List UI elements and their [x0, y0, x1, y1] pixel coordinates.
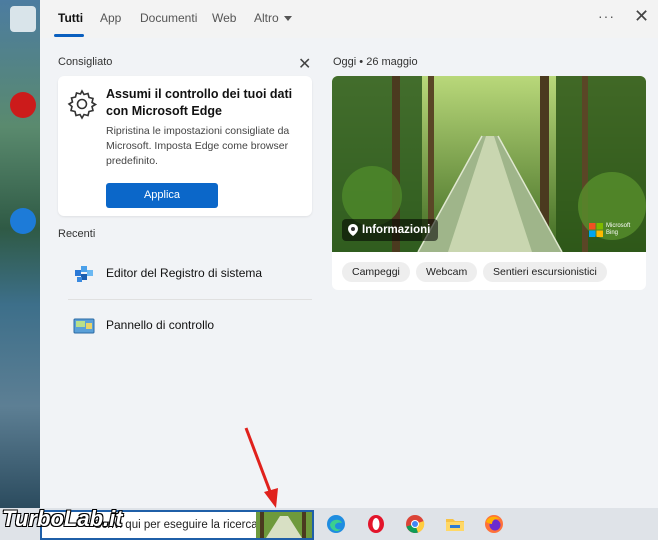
- tab-all[interactable]: Tutti: [58, 11, 83, 25]
- tab-more-label: Altro: [254, 11, 279, 25]
- gear-icon: [67, 89, 98, 120]
- chrome-icon[interactable]: [405, 514, 425, 534]
- brand-line-2: Bing: [606, 230, 619, 236]
- caret-down-icon: [283, 16, 292, 22]
- desktop-chrome-shortcut-icon[interactable]: [10, 6, 36, 32]
- tab-web[interactable]: Web: [212, 11, 236, 25]
- recent-divider: [68, 299, 312, 300]
- info-button[interactable]: Informazioni: [342, 219, 439, 241]
- search-highlight-image: [256, 512, 312, 538]
- recent-item-registry-editor[interactable]: Editor del Registro di sistema: [68, 254, 312, 294]
- chip-camping[interactable]: Campeggi: [342, 262, 410, 282]
- firefox-icon[interactable]: [484, 514, 504, 534]
- brand-line-1: Microsoft: [606, 223, 631, 229]
- desktop-edge-shortcut-icon[interactable]: [10, 208, 36, 234]
- edge-icon[interactable]: [326, 514, 346, 534]
- active-tab-indicator: [54, 34, 84, 37]
- close-icon[interactable]: ✕: [634, 6, 649, 27]
- desktop-opera-shortcut-icon[interactable]: [10, 92, 36, 118]
- tab-apps[interactable]: App: [100, 11, 121, 25]
- tab-documents[interactable]: Documenti: [140, 11, 197, 25]
- registry-editor-icon: [75, 266, 93, 282]
- file-explorer-icon[interactable]: [445, 514, 465, 534]
- today-date-label: Oggi • 26 maggio: [333, 56, 418, 68]
- desktop-background: [0, 0, 40, 508]
- location-pin-icon: [348, 224, 358, 236]
- recent-item-control-panel[interactable]: Pannello di controllo: [68, 306, 312, 346]
- today-card[interactable]: Informazioni Microsoft Bing Campeggi Web…: [332, 76, 646, 290]
- tab-more[interactable]: Altro: [254, 11, 292, 25]
- recommended-card-title: Assumi il controllo dei tuoi dati con Mi…: [106, 87, 293, 118]
- recent-item-label: Pannello di controllo: [106, 318, 215, 332]
- watermark-logo: TurboLab.it: [2, 506, 123, 531]
- control-panel-icon: [73, 318, 95, 334]
- opera-icon[interactable]: [366, 514, 386, 534]
- chip-webcam[interactable]: Webcam: [416, 262, 478, 282]
- search-tabs: Tutti App Documenti Web Altro ··· ✕: [40, 0, 658, 38]
- recent-item-label: Editor del Registro di sistema: [106, 266, 263, 280]
- microsoft-logo-icon: [589, 223, 603, 237]
- recommended-card[interactable]: Assumi il controllo dei tuoi dati con Mi…: [58, 76, 312, 216]
- recommended-card-description: Ripristina le impostazioni consigliate d…: [106, 125, 290, 167]
- more-options-icon[interactable]: ···: [598, 8, 615, 24]
- recent-title: Recenti: [58, 228, 96, 240]
- recommended-title: Consigliato: [58, 56, 113, 68]
- info-label: Informazioni: [362, 224, 431, 236]
- brand-label: Microsoft Bing: [606, 223, 630, 237]
- chip-hiking-trails[interactable]: Sentieri escursionistici: [483, 262, 607, 282]
- search-panel: Tutti App Documenti Web Altro ··· ✕ Cons…: [40, 0, 658, 508]
- dismiss-recommended-icon[interactable]: ✕: [298, 54, 311, 74]
- apply-button[interactable]: Applica: [106, 183, 218, 208]
